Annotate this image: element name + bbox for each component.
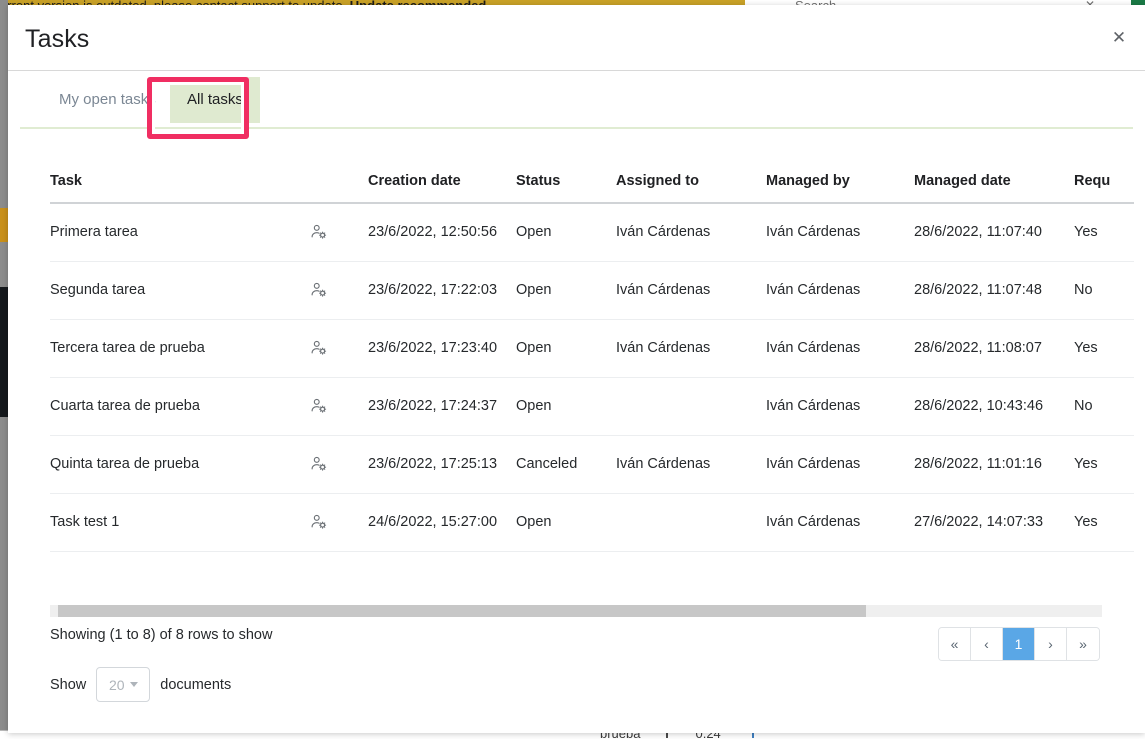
cell-creation-date: 24/6/2022, 15:27:00 xyxy=(368,494,516,552)
cell-managed-date: 28/6/2022, 11:01:16 xyxy=(914,436,1074,494)
page-title: Tasks xyxy=(25,25,89,54)
tasks-table: Task Creation date Status Assigned to Ma… xyxy=(50,173,1134,552)
pager-next[interactable]: › xyxy=(1035,628,1067,660)
pager-last[interactable]: » xyxy=(1067,628,1099,660)
cell-assigned-to: Iván Cárdenas xyxy=(616,262,766,320)
cell-managed-by: Iván Cárdenas xyxy=(766,320,914,378)
column-header-managed-by[interactable]: Managed by xyxy=(766,173,914,203)
cell-task: Cuarta tarea de prueba xyxy=(50,378,310,436)
background-left-rail-amber-marker xyxy=(0,208,8,242)
cell-creation-date: 23/6/2022, 12:50:56 xyxy=(368,203,516,262)
cell-task: Tercera tarea de prueba xyxy=(50,320,310,378)
cell-creation-date: 23/6/2022, 17:24:37 xyxy=(368,378,516,436)
column-header-creation-date[interactable]: Creation date xyxy=(368,173,516,203)
user-gear-icon[interactable] xyxy=(310,514,328,530)
cell-status: Open xyxy=(516,203,616,262)
table-row[interactable]: Quinta tarea de prueba 23/6/2022, 17:25:… xyxy=(50,436,1134,494)
cell-task: Task test 1 xyxy=(50,494,310,552)
table-row[interactable]: Segunda tarea 23/6/2022, 17:22:03OpenIvá… xyxy=(50,262,1134,320)
table-row[interactable]: Tercera tarea de prueba 23/6/2022, 17:23… xyxy=(50,320,1134,378)
user-gear-icon[interactable] xyxy=(310,340,328,356)
cell-assigned-to xyxy=(616,378,766,436)
cell-managed-by: Iván Cárdenas xyxy=(766,378,914,436)
cell-task: Segunda tarea xyxy=(50,262,310,320)
page-size-select[interactable]: 20 xyxy=(96,667,150,702)
user-gear-icon[interactable] xyxy=(310,398,328,414)
cell-managed-date: 28/6/2022, 11:07:40 xyxy=(914,203,1074,262)
table-row[interactable]: Cuarta tarea de prueba 23/6/2022, 17:24:… xyxy=(50,378,1134,436)
column-header-task[interactable]: Task xyxy=(50,173,310,203)
showing-rows-text: Showing (1 to 8) of 8 rows to show xyxy=(50,627,272,643)
cell-assigned-to: Iván Cárdenas xyxy=(616,320,766,378)
tab-all-tasks[interactable]: All tasks xyxy=(170,77,260,123)
user-gear-icon[interactable] xyxy=(310,456,328,472)
page-size-value: 20 xyxy=(109,677,125,693)
cell-creation-date: 23/6/2022, 17:25:13 xyxy=(368,436,516,494)
cell-task: Quinta tarea de prueba xyxy=(50,436,310,494)
cell-managed-date: 28/6/2022, 10:43:46 xyxy=(914,378,1074,436)
cell-status: Open xyxy=(516,320,616,378)
pagination: «‹1›» xyxy=(938,627,1100,661)
user-gear-icon[interactable] xyxy=(310,282,328,298)
table-horizontal-scrollbar[interactable] xyxy=(50,605,1102,617)
cell-required: Yes xyxy=(1074,203,1134,262)
cell-creation-date: 23/6/2022, 17:23:40 xyxy=(368,320,516,378)
cell-user-gear[interactable] xyxy=(310,262,368,320)
show-label: Show xyxy=(50,677,86,693)
cell-status: Open xyxy=(516,494,616,552)
cell-assigned-to: Iván Cárdenas xyxy=(616,436,766,494)
cell-status: Open xyxy=(516,378,616,436)
column-header-icon xyxy=(310,173,368,203)
cell-managed-date: 28/6/2022, 11:08:07 xyxy=(914,320,1074,378)
pager-prev[interactable]: ‹ xyxy=(971,628,1003,660)
pager-first[interactable]: « xyxy=(939,628,971,660)
cell-managed-date: 27/6/2022, 14:07:33 xyxy=(914,494,1074,552)
close-icon[interactable]: ✕ xyxy=(1105,24,1133,52)
cell-required: No xyxy=(1074,262,1134,320)
user-gear-icon[interactable] xyxy=(310,224,328,240)
cell-managed-by: Iván Cárdenas xyxy=(766,262,914,320)
cell-required: Yes xyxy=(1074,494,1134,552)
cell-user-gear[interactable] xyxy=(310,494,368,552)
table-header-row: Task Creation date Status Assigned to Ma… xyxy=(50,173,1134,203)
cell-creation-date: 23/6/2022, 17:22:03 xyxy=(368,262,516,320)
chevron-down-icon xyxy=(130,682,138,687)
cell-managed-by: Iván Cárdenas xyxy=(766,494,914,552)
column-header-assigned-to[interactable]: Assigned to xyxy=(616,173,766,203)
column-header-managed-date[interactable]: Managed date xyxy=(914,173,1074,203)
documents-label: documents xyxy=(160,677,231,693)
tasks-table-head: Task Creation date Status Assigned to Ma… xyxy=(50,173,1134,203)
column-header-status[interactable]: Status xyxy=(516,173,616,203)
cell-required: Yes xyxy=(1074,320,1134,378)
cell-user-gear[interactable] xyxy=(310,203,368,262)
cell-status: Canceled xyxy=(516,436,616,494)
cell-assigned-to xyxy=(616,494,766,552)
cell-managed-date: 28/6/2022, 11:07:48 xyxy=(914,262,1074,320)
pager-page-1[interactable]: 1 xyxy=(1003,628,1035,660)
table-row[interactable]: Primera tarea 23/6/2022, 12:50:56OpenIvá… xyxy=(50,203,1134,262)
cell-user-gear[interactable] xyxy=(310,320,368,378)
cell-required: No xyxy=(1074,378,1134,436)
cell-managed-by: Iván Cárdenas xyxy=(766,203,914,262)
cell-required: Yes xyxy=(1074,436,1134,494)
modal-header: Tasks ✕ xyxy=(8,5,1145,71)
tabs-bar: My open tasks All tasks xyxy=(20,71,1133,129)
column-header-required[interactable]: Requ xyxy=(1074,173,1134,203)
cell-managed-by: Iván Cárdenas xyxy=(766,436,914,494)
page-size-row: Show 20 documents xyxy=(50,667,231,702)
cell-user-gear[interactable] xyxy=(310,378,368,436)
cell-assigned-to: Iván Cárdenas xyxy=(616,203,766,262)
table-row[interactable]: Task test 1 24/6/2022, 15:27:00Open Iván … xyxy=(50,494,1134,552)
cell-user-gear[interactable] xyxy=(310,436,368,494)
tasks-table-wrapper: Task Creation date Status Assigned to Ma… xyxy=(50,173,1102,552)
table-horizontal-scrollbar-thumb[interactable] xyxy=(58,605,866,617)
cell-task: Primera tarea xyxy=(50,203,310,262)
tasks-modal: Tasks ✕ My open tasks All tasks Task Cre… xyxy=(8,5,1145,733)
tab-my-open-tasks[interactable]: My open tasks xyxy=(42,77,173,123)
tasks-table-body: Primera tarea 23/6/2022, 12:50:56OpenIvá… xyxy=(50,203,1134,552)
background-left-rail-dark-panel xyxy=(0,287,8,417)
cell-status: Open xyxy=(516,262,616,320)
